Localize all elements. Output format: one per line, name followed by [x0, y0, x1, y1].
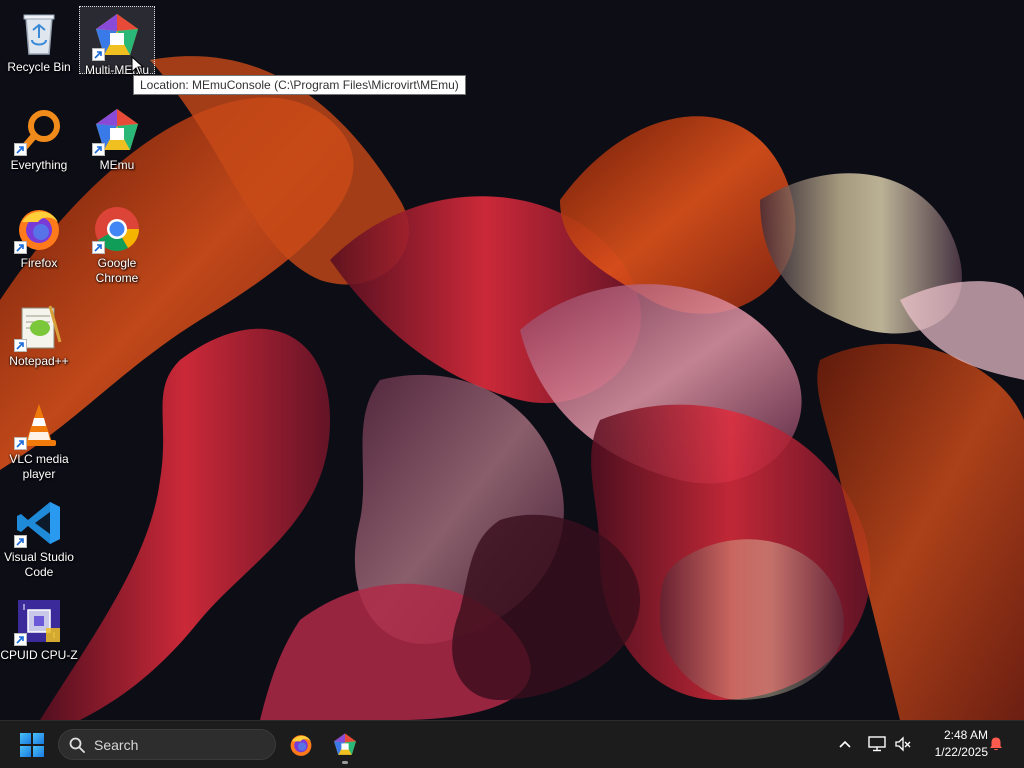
shortcut-arrow-icon — [14, 241, 27, 254]
memu-icon — [334, 733, 356, 755]
windows-logo-icon — [20, 733, 44, 757]
volume-muted-icon — [895, 736, 911, 752]
desktop-icon-label: Recycle Bin — [7, 60, 71, 74]
shortcut-arrow-icon — [14, 535, 27, 548]
notepad-plus-plus-icon — [14, 302, 64, 352]
desktop-icon-cpu-z[interactable]: CPUID CPU-Z — [0, 592, 78, 682]
shortcut-arrow-icon — [92, 241, 105, 254]
search-icon — [69, 737, 85, 753]
desktop-icon-label: MEmu — [99, 158, 135, 172]
shortcut-arrow-icon — [92, 143, 105, 156]
desktop-icon-label: Everything — [10, 158, 68, 172]
desktop-icon-label: CPUID CPU-Z — [0, 648, 78, 662]
desktop-icon-label: Google Chrome — [95, 256, 139, 285]
memu-icon — [92, 11, 142, 61]
vscode-icon — [14, 498, 64, 548]
search-placeholder: Search — [94, 737, 139, 753]
desktop-icon-memu[interactable]: MEmu — [79, 102, 155, 192]
notification-center-button[interactable] — [986, 733, 1006, 755]
show-hidden-icons-button[interactable] — [835, 733, 855, 755]
firefox-icon — [290, 735, 312, 756]
desktop-icon-recycle-bin[interactable]: Recycle Bin — [1, 4, 77, 94]
vlc-cone-icon — [14, 400, 64, 450]
desktop-icon-firefox[interactable]: Firefox — [1, 200, 77, 290]
taskbar-app-firefox[interactable] — [284, 729, 318, 761]
taskbar-search-box[interactable]: Search — [58, 729, 276, 760]
bell-icon — [990, 737, 1002, 751]
desktop-icon-notepad-plus-plus[interactable]: Notepad++ — [1, 298, 77, 388]
desktop-icon-label: Visual Studio Code — [4, 550, 74, 579]
shortcut-arrow-icon — [14, 339, 27, 352]
taskbar-app-memu[interactable] — [328, 729, 362, 764]
taskbar: Search 2:48 AM 1/22/2025 — [0, 720, 1024, 768]
desktop-icon-google-chrome[interactable]: Google Chrome — [79, 200, 155, 290]
desktop-icon-everything[interactable]: Everything — [1, 102, 77, 192]
network-status-button[interactable] — [866, 733, 888, 755]
cpu-chip-icon — [14, 596, 64, 646]
memu-icon — [92, 106, 142, 156]
clock-time: 2:48 AM — [943, 728, 988, 742]
magnifier-icon — [14, 106, 64, 156]
chevron-up-icon — [839, 740, 851, 748]
desktop-icon-visual-studio-code[interactable]: Visual Studio Code — [1, 494, 77, 584]
clock-date: 1/22/2025 — [934, 745, 988, 759]
mouse-pointer-icon — [131, 56, 145, 76]
shortcut-arrow-icon — [14, 143, 27, 156]
firefox-icon — [14, 204, 64, 254]
recycle-bin-icon — [14, 8, 64, 58]
desktop-icon-label: Firefox — [20, 256, 58, 270]
desktop-icon-label: Notepad++ — [9, 354, 69, 368]
start-button[interactable] — [16, 731, 48, 759]
volume-button[interactable] — [892, 733, 914, 755]
taskbar-clock[interactable]: 2:48 AM 1/22/2025 — [918, 727, 988, 761]
shortcut-arrow-icon — [14, 437, 27, 450]
desktop-icon-grid: Recycle Bin Multi-MEmu Everything MEmu F… — [0, 0, 160, 700]
shortcut-location-tooltip: Location: MEmuConsole (C:\Program Files\… — [133, 75, 466, 95]
running-indicator — [342, 761, 348, 764]
shortcut-arrow-icon — [92, 48, 105, 61]
chrome-icon — [92, 204, 142, 254]
network-icon — [868, 736, 886, 752]
desktop-icon-vlc[interactable]: VLC media player — [1, 396, 77, 486]
shortcut-arrow-icon — [14, 633, 27, 646]
desktop-icon-label: VLC media player — [9, 452, 69, 481]
